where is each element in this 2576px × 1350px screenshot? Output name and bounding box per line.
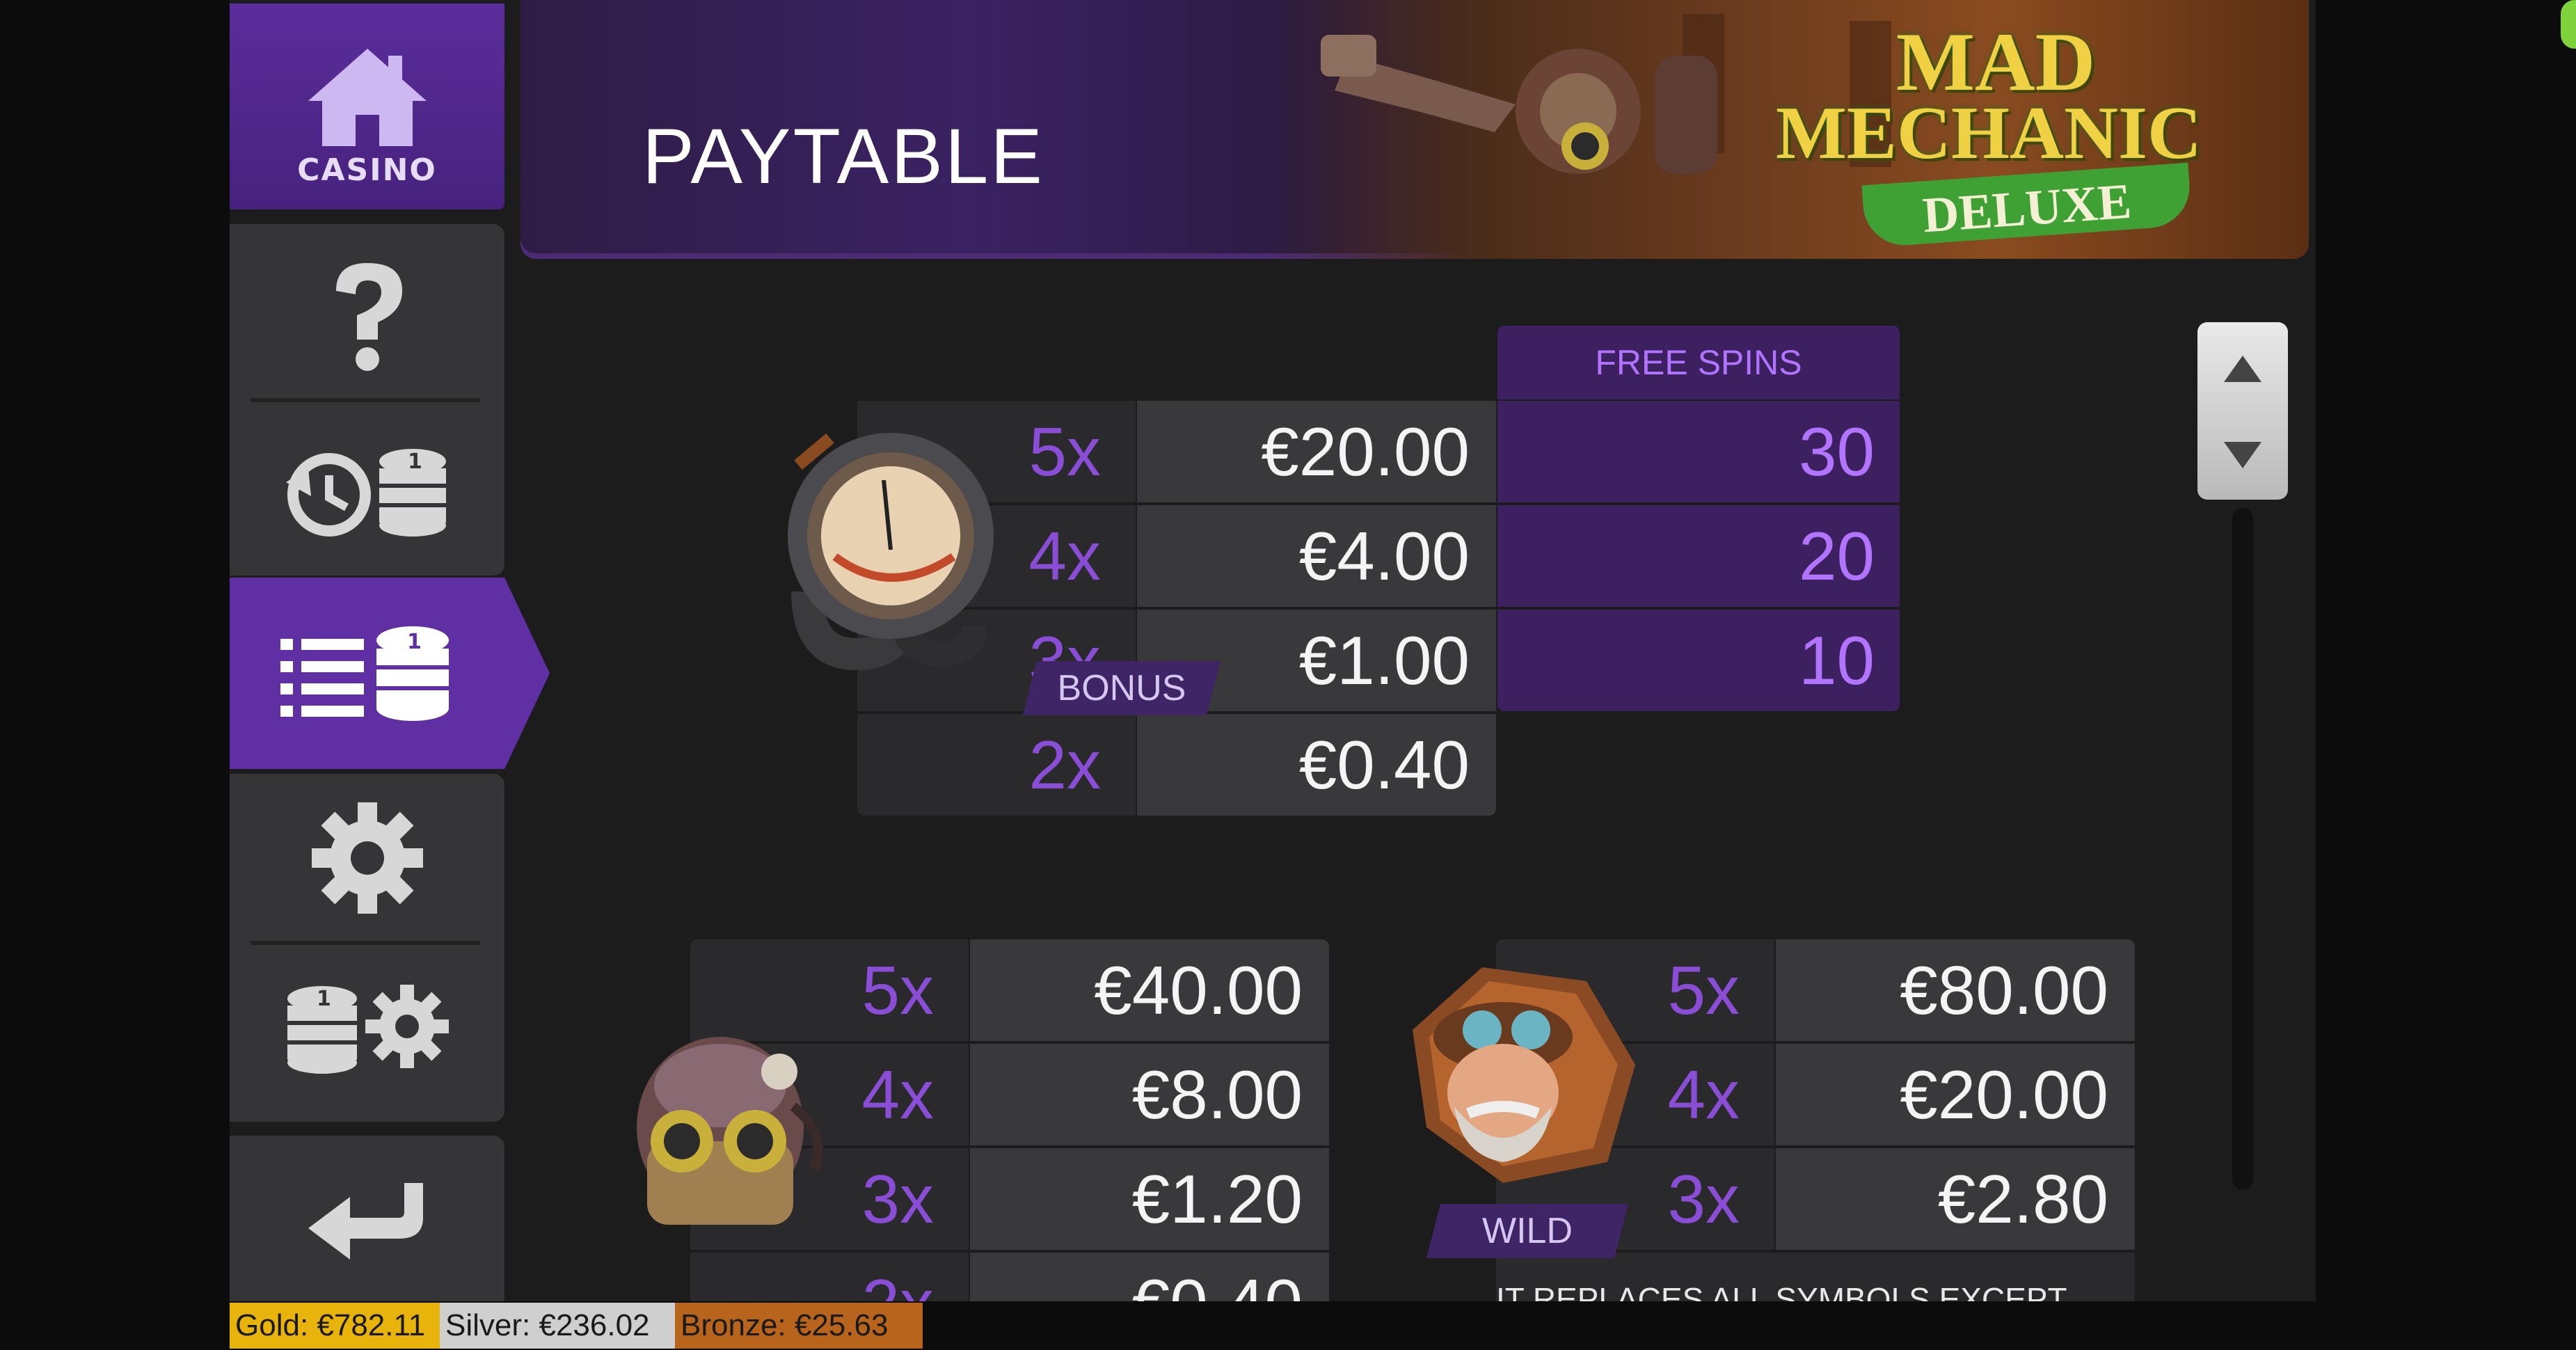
svg-text:1: 1 — [317, 987, 331, 1011]
bonus-value-2x: €0.40 — [1137, 714, 1496, 816]
silver-jackpot: Silver: €236.02 — [440, 1303, 685, 1349]
robot-value-5x: €40.00 — [970, 939, 1329, 1041]
gear-icon — [311, 802, 423, 914]
paytable-icon-wrap: 1 — [230, 612, 504, 734]
robot-value-2x: €0.40 — [970, 1253, 1329, 1301]
wild-mechanic-symbol — [1413, 967, 1635, 1183]
logo-mechanic: MECHANIC — [1776, 92, 2202, 175]
casino-button[interactable]: CASINO — [230, 3, 504, 209]
scroll-down-icon[interactable] — [2224, 442, 2261, 468]
paytable-list-icon: 1 — [280, 626, 449, 721]
coins-gear-icon: 1 — [287, 984, 449, 1074]
bonus-free-spins-4x: 20 — [1497, 505, 1900, 607]
robot-value-3x: €1.20 — [970, 1148, 1329, 1250]
svg-text:1: 1 — [407, 630, 422, 654]
wild-value-3x: €2.80 — [1776, 1148, 2135, 1250]
free-spins-header: FREE SPINS — [1497, 326, 1900, 399]
bronze-jackpot: Bronze: €25.63 — [675, 1303, 923, 1349]
page-title: PAYTABLE — [642, 113, 1044, 200]
wild-description: IT REPLACES ALL SYMBOLS EXCEPT BONUS — [1496, 1253, 2135, 1301]
svg-text:1: 1 — [408, 450, 422, 474]
bonus-gauge-symbol — [788, 433, 994, 671]
history-button[interactable]: 1 — [230, 418, 504, 567]
bet-settings-button[interactable]: 1 — [230, 955, 504, 1104]
header-banner: PAYTABLE MAD MECHANIC DELUXE — [520, 0, 2309, 259]
casino-label: CASINO — [297, 152, 437, 188]
robot-value-4x: €8.00 — [970, 1044, 1329, 1145]
wild-value-5x: €80.00 — [1776, 939, 2135, 1041]
status-indicator — [2561, 0, 2576, 49]
bonus-mult-2x: 2x — [857, 714, 1136, 816]
scroll-buttons — [2197, 322, 2288, 500]
game-window: CASINO 1 1 1 PAYTABLE MAD MECHANIC DELUX… — [230, 0, 2316, 1301]
sidebar-divider — [251, 941, 480, 945]
back-button[interactable] — [230, 1148, 504, 1287]
bonus-free-spins-5x: 30 — [1497, 401, 1900, 502]
scrollbar-track[interactable] — [2232, 508, 2253, 1190]
bonus-value-4x: €4.00 — [1137, 505, 1496, 607]
settings-button[interactable] — [230, 783, 504, 932]
history-coins-icon: 1 — [285, 448, 446, 537]
robot-head-symbol — [637, 1037, 823, 1225]
question-icon — [335, 262, 402, 371]
wild-tag: WILD — [1426, 1204, 1628, 1258]
scroll-up-icon[interactable] — [2224, 356, 2261, 382]
game-logo-banner: MAD MECHANIC DELUXE — [1265, 0, 2309, 259]
sidebar: CASINO 1 1 1 — [230, 0, 550, 1301]
home-icon — [230, 42, 504, 153]
wild-value-4x: €20.00 — [1776, 1044, 2135, 1145]
sidebar-divider — [251, 398, 480, 402]
bonus-value-5x: €20.00 — [1137, 401, 1496, 502]
back-arrow-icon — [308, 1183, 423, 1260]
help-button[interactable] — [230, 240, 504, 390]
bonus-tag: BONUS — [1023, 661, 1221, 715]
bonus-free-spins-3x: 10 — [1497, 610, 1900, 711]
